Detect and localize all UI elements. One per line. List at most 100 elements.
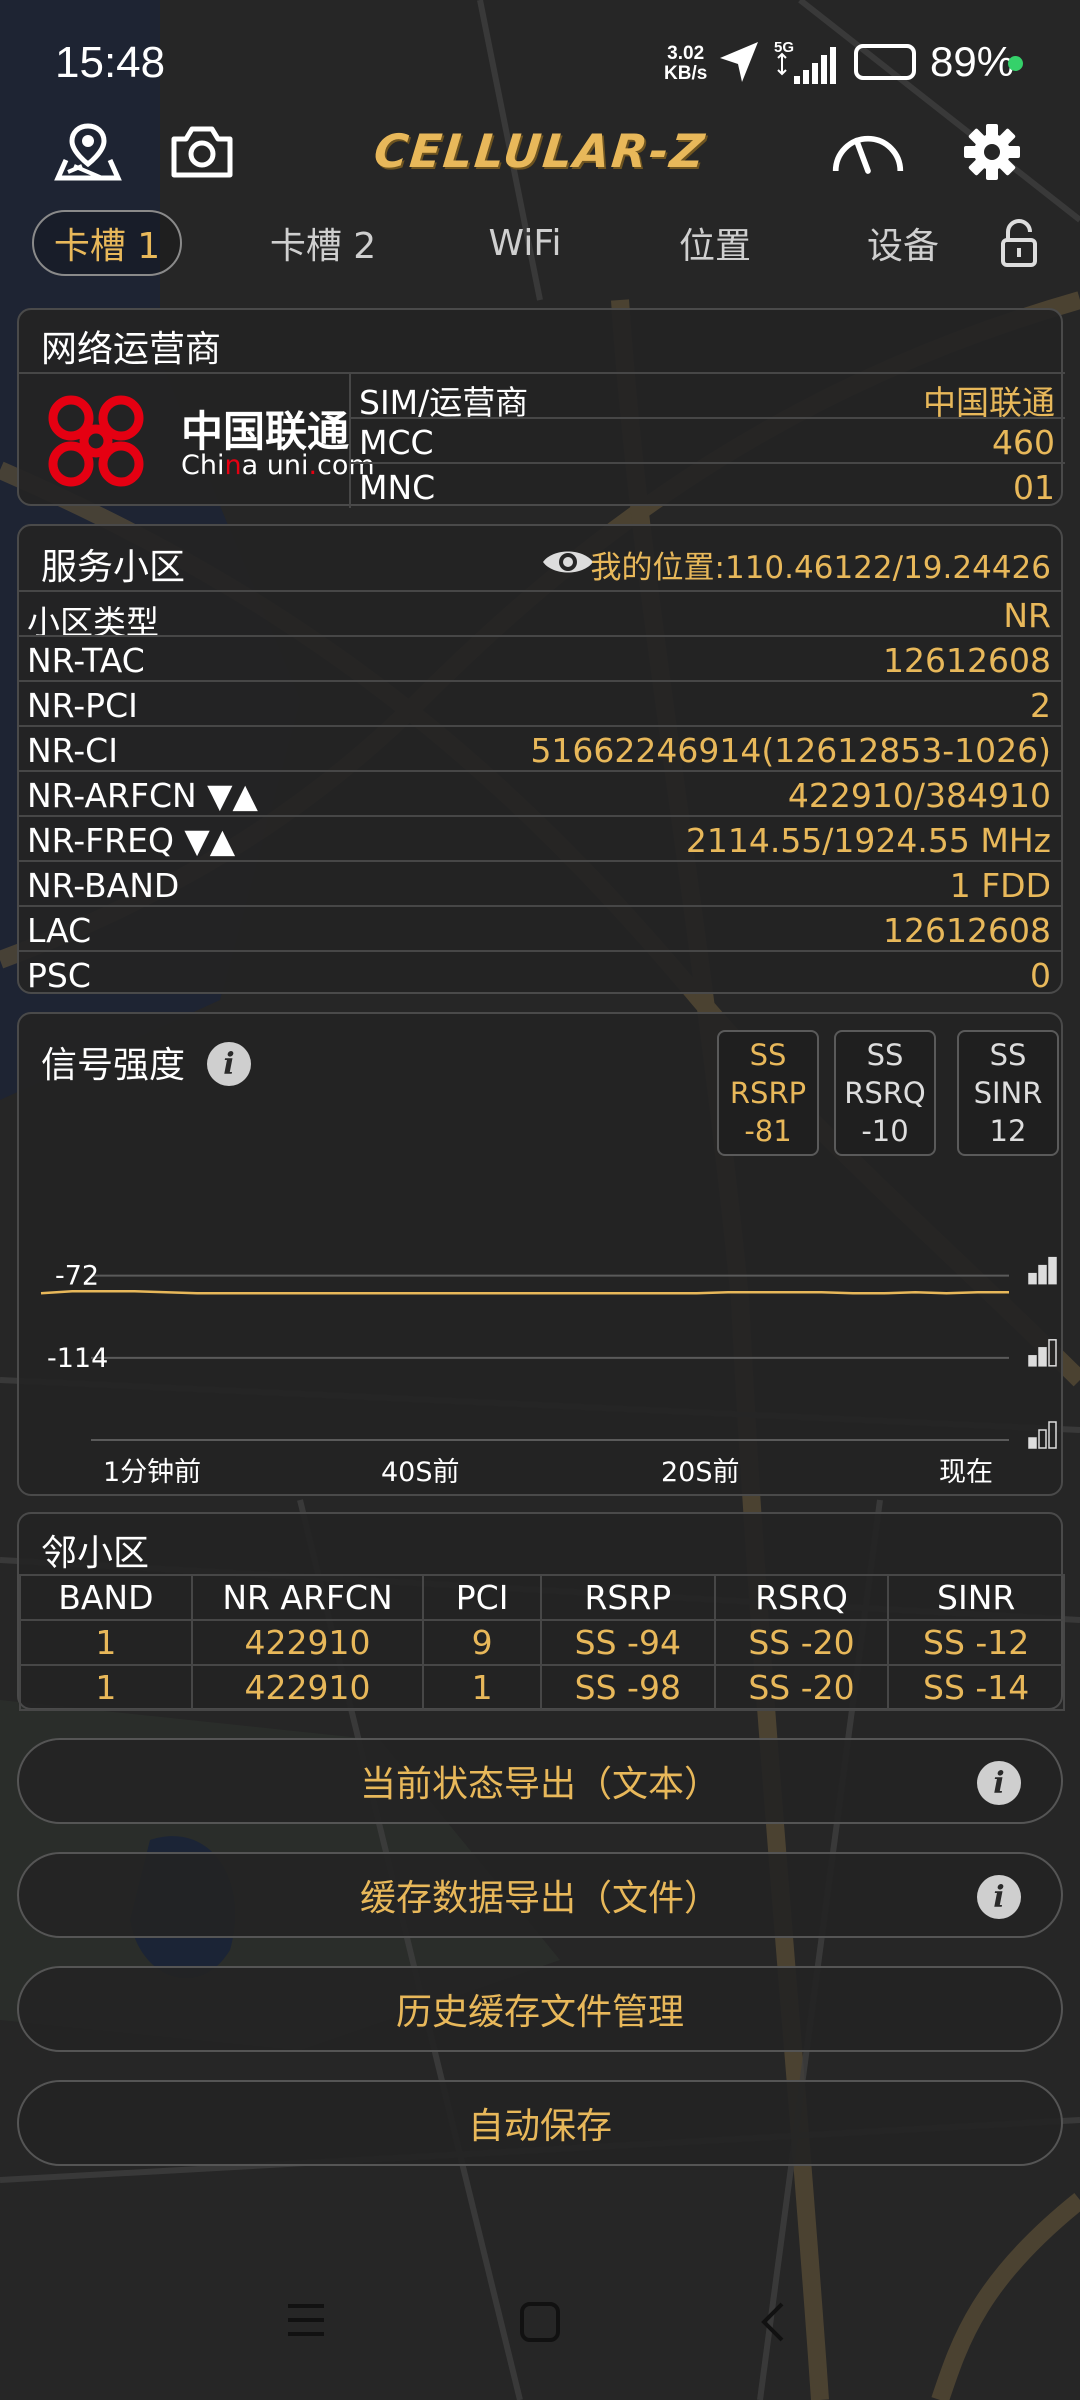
cell-type-value: NR	[1003, 596, 1051, 635]
status-bar: 15:48 3.02 KB/s 5G 89%	[0, 0, 1080, 124]
signal-card: 信号强度 i SS RSRP -81 SS RSRQ -10 SS SINR 1…	[17, 1012, 1063, 1496]
export-text-label: 当前状态导出（文本）	[359, 1764, 720, 1805]
autosave-label: 自动保存	[467, 2106, 612, 2147]
mcc-label: MCC	[359, 423, 434, 462]
nr-tac-value: 12612608	[883, 641, 1051, 680]
cell-pci: 9	[422, 1619, 542, 1666]
signal-level-icon	[1028, 1339, 1057, 1367]
location-arrow-icon	[720, 42, 758, 82]
nr-freq-value: 2114.55/1924.55 MHz	[685, 821, 1051, 860]
nr-tac-label: NR-TAC	[27, 641, 145, 680]
signal-level-icon	[1028, 1421, 1057, 1449]
signal-chart: -72 -114	[40, 1256, 1057, 1449]
psc-value: 0	[1030, 956, 1051, 995]
network-type: 5G	[774, 39, 794, 56]
y-tick-label: -72	[55, 1261, 99, 1292]
col-nr-arfcn: NR ARFCN	[190, 1574, 425, 1621]
col-pci: PCI	[422, 1574, 542, 1621]
tab-bar: 卡槽 1 卡槽 2 WiFi 位置 设备	[0, 210, 1080, 282]
operator-card: 网络运营商 中国联通 China uni.com SIM/运营商 中国联通 MCC…	[17, 308, 1065, 508]
cell-nr-arfcn: 422910	[190, 1619, 425, 1666]
nr-ci-value: 51662246914(12612853-1026)	[530, 731, 1051, 770]
cell-sinr: SS -14	[887, 1664, 1065, 1711]
home-nav-icon[interactable]	[518, 2300, 562, 2344]
cell-nr-arfcn: 422910	[190, 1664, 425, 1711]
neighbor-cells-title: 邻小区	[41, 1533, 150, 1574]
network-speed: 3.02 KB/s	[664, 44, 707, 84]
nr-freq-label[interactable]: NR-FREQ ▼▲	[27, 821, 235, 860]
history-files-label: 历史缓存文件管理	[395, 1992, 684, 2033]
autosave-button[interactable]: 自动保存	[17, 2080, 1063, 2166]
eye-icon[interactable]	[541, 544, 595, 580]
logo-en-part: Chi	[181, 450, 225, 481]
signal-level-icon	[1028, 1256, 1057, 1285]
cell-rsrq: SS -20	[713, 1619, 890, 1666]
camera-icon[interactable]	[164, 118, 240, 186]
col-rsrp: RSRP	[540, 1574, 716, 1621]
speedometer-icon[interactable]	[830, 118, 906, 186]
cell-rsrp: SS -98	[540, 1664, 716, 1711]
lac-label: LAC	[27, 911, 92, 950]
gear-icon[interactable]	[954, 118, 1030, 186]
rsrp-series-line	[40, 1290, 1009, 1295]
battery-icon	[854, 44, 916, 80]
clock: 15:48	[55, 38, 166, 87]
export-text-button[interactable]: 当前状态导出（文本） i	[17, 1738, 1063, 1824]
cell-rsrq: SS -20	[713, 1664, 890, 1711]
neighbor-cells-card: 邻小区 BAND NR ARFCN PCI RSRP RSRQ SINR 1 4…	[17, 1512, 1065, 1711]
operator-info: SIM/运营商 中国联通 MCC 460 MNC 01	[349, 372, 1065, 508]
x-tick-label: 40S前	[381, 1457, 460, 1488]
mnc-value: 01	[1013, 468, 1055, 507]
nr-band-label: NR-BAND	[27, 866, 180, 905]
y-tick-label: -114	[47, 1343, 108, 1374]
tab-location[interactable]: 位置	[650, 210, 780, 276]
cell-pci: 1	[422, 1664, 542, 1711]
back-nav-icon[interactable]	[756, 2300, 790, 2344]
cellular-signal-icon: 5G	[774, 39, 836, 84]
lac-value: 12612608	[883, 911, 1051, 950]
serving-cell-title: 服务小区	[41, 547, 186, 588]
cell-rsrp: SS -94	[540, 1619, 716, 1666]
operator-card-title: 网络运营商	[41, 329, 222, 370]
nr-ci-label: NR-CI	[27, 731, 118, 770]
logo-en-red-part: n	[224, 450, 242, 481]
export-file-info-icon[interactable]: i	[977, 1875, 1021, 1919]
nr-pci-label: NR-PCI	[27, 686, 138, 725]
col-rsrq: RSRQ	[713, 1574, 890, 1621]
table-row: 1 422910 1 SS -98 SS -20 SS -14	[19, 1664, 1065, 1711]
mcc-value: 460	[992, 423, 1055, 462]
lock-icon[interactable]	[998, 218, 1040, 268]
logo-en-part: a uni	[241, 450, 309, 481]
china-unicom-logo: 中国联通 China uni.com	[31, 380, 375, 500]
cell-band: 1	[19, 1664, 193, 1711]
export-text-info-icon[interactable]: i	[977, 1761, 1021, 1805]
my-location: 我的位置:110.46122/19.24426	[590, 550, 1051, 586]
x-tick-label: 20S前	[661, 1457, 740, 1488]
map-location-icon[interactable]	[50, 118, 126, 186]
menu-nav-icon[interactable]	[284, 2300, 328, 2340]
cell-band: 1	[19, 1619, 193, 1666]
tab-sim1[interactable]: 卡槽 1	[32, 210, 182, 276]
serving-cell-card: 服务小区 我的位置:110.46122/19.24426 小区类型 NR NR-T…	[17, 524, 1063, 995]
tab-device[interactable]: 设备	[838, 210, 968, 276]
x-tick-label: 现在	[939, 1457, 993, 1488]
x-tick-label: 1分钟前	[103, 1457, 202, 1488]
col-band: BAND	[19, 1574, 193, 1621]
nr-arfcn-value: 422910/384910	[787, 776, 1051, 815]
network-speed-value: 3.02	[667, 43, 705, 64]
history-files-button[interactable]: 历史缓存文件管理	[17, 1966, 1063, 2052]
unicom-logo-en: China uni.com	[181, 450, 375, 481]
nr-band-value: 1 FDD	[949, 866, 1051, 905]
table-row: 1 422910 9 SS -94 SS -20 SS -12	[19, 1619, 1065, 1666]
tab-wifi[interactable]: WiFi	[460, 210, 590, 276]
nr-arfcn-label[interactable]: NR-ARFCN ▼▲	[27, 776, 258, 815]
mnc-label: MNC	[359, 468, 436, 507]
screen: 15:48 3.02 KB/s 5G 89% CELLULAR-Z 卡槽 1 卡…	[0, 0, 1080, 2400]
neighbor-table: BAND NR ARFCN PCI RSRP RSRQ SINR 1 42291…	[19, 1574, 1065, 1711]
export-file-button[interactable]: 缓存数据导出（文件） i	[17, 1852, 1063, 1938]
psc-label: PSC	[27, 956, 91, 995]
col-sinr: SINR	[887, 1574, 1065, 1621]
tab-sim2[interactable]: 卡槽 2	[248, 210, 398, 276]
logo-en-dot: .	[308, 450, 318, 481]
nr-pci-value: 2	[1030, 686, 1051, 725]
